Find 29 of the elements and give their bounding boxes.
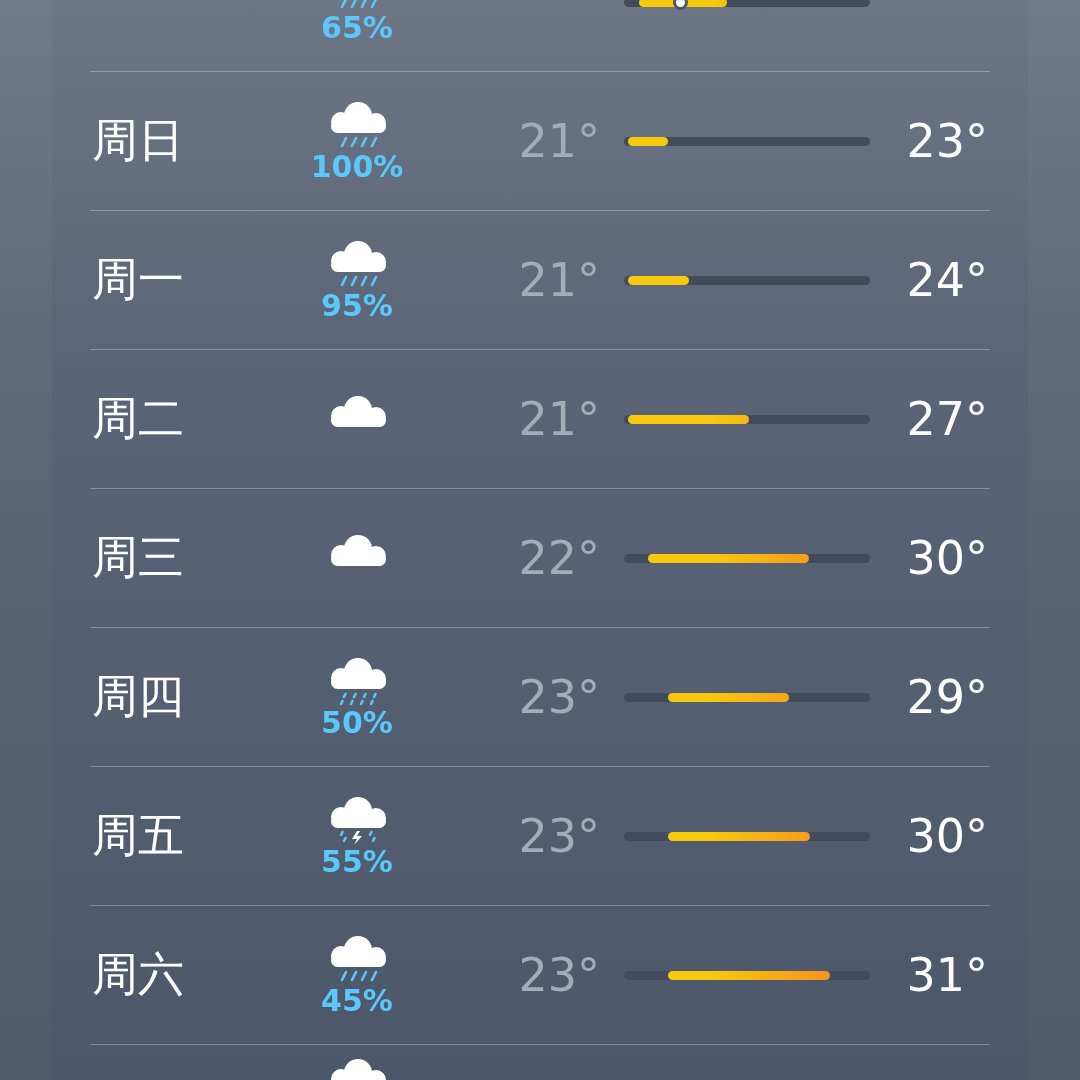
day-label: 周日: [91, 112, 185, 169]
high-temperature: 23°: [905, 114, 989, 168]
high-temperature: 24°: [905, 253, 989, 307]
precipitation-chance: 65%: [321, 10, 393, 44]
high-temperature: 30°: [905, 531, 989, 585]
low-temperature: 21°: [517, 114, 600, 168]
high-temperature: 29°: [905, 670, 989, 724]
precipitation-chance: 45%: [321, 983, 393, 1017]
low-temperature: 23°: [517, 948, 600, 1002]
low-temperature: 23°: [517, 670, 600, 724]
precipitation-chance: 50%: [321, 705, 393, 739]
day-label: 周六: [91, 946, 185, 1003]
low-temperature: 23°: [517, 809, 600, 863]
high-temperature: 27°: [905, 392, 989, 446]
day-label: 周一: [91, 251, 185, 308]
high-temperature: 31°: [905, 948, 989, 1002]
low-temperature: 21°: [517, 392, 600, 446]
precipitation-chance: 100%: [310, 149, 404, 183]
temperature-range-fill: [628, 275, 689, 285]
low-temperature: 22°: [517, 531, 600, 585]
temperature-range-fill: [628, 136, 669, 146]
low-temperature: 21°: [517, 253, 600, 307]
day-label: 周二: [91, 390, 185, 447]
precipitation-chance: 55%: [321, 844, 393, 878]
day-label: 周四: [91, 668, 185, 725]
precipitation-chance: 95%: [321, 288, 393, 322]
day-label: 周三: [91, 529, 185, 586]
high-temperature: 30°: [905, 809, 989, 863]
day-label: 周五: [91, 807, 185, 864]
